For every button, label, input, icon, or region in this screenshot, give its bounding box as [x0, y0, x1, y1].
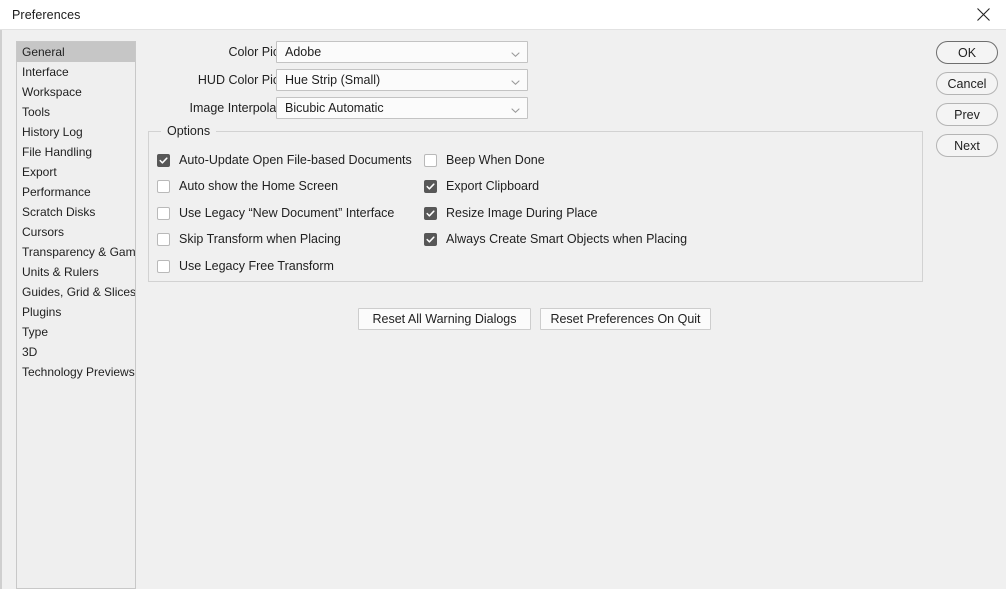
reset-all-warning-dialogs-button[interactable]: Reset All Warning Dialogs	[358, 308, 531, 330]
chevron-down-icon	[511, 104, 520, 114]
checkbox-use-legacy-free-transform[interactable]: Use Legacy Free Transform	[157, 257, 334, 275]
sidebar-item-scratch-disks[interactable]: Scratch Disks	[17, 202, 135, 222]
checkbox-unchecked-icon[interactable]	[424, 153, 437, 167]
sidebar-item-history-log[interactable]: History Log	[17, 122, 135, 142]
ok-button[interactable]: OK	[936, 41, 998, 64]
close-icon	[976, 7, 991, 22]
checkbox-beep-when-done[interactable]: Beep When Done	[424, 151, 545, 169]
checkbox-label: Auto show the Home Screen	[179, 178, 339, 193]
checkbox-checked-icon[interactable]	[424, 179, 437, 193]
field-row-image-interpolation: Image Interpolation: Bicubic Automatic	[148, 97, 938, 119]
checkbox-label: Always Create Smart Objects when Placing	[446, 231, 688, 246]
sidebar-item-label: Guides, Grid & Slices	[22, 285, 136, 299]
image-interpolation-label: Image Interpolation:	[189, 101, 301, 115]
dialog-titlebar: Preferences	[0, 0, 1006, 30]
sidebar-item-label: Plugins	[22, 305, 62, 319]
sidebar-item-guides-grid-slices[interactable]: Guides, Grid & Slices	[17, 282, 135, 302]
sidebar-item-label: Cursors	[22, 225, 65, 239]
sidebar-item-label: Units & Rulers	[22, 265, 99, 279]
sidebar-item-label: Transparency & Gamut	[22, 245, 136, 259]
hud-color-picker-label: HUD Color Picker:	[197, 73, 300, 87]
sidebar-item-units-rulers[interactable]: Units & Rulers	[17, 262, 135, 282]
preferences-content-pane: Color Picker: Adobe HUD Color Picker: Hue S…	[148, 30, 938, 589]
sidebar-item-performance[interactable]: Performance	[17, 182, 135, 202]
button-label: Prev	[954, 107, 980, 122]
sidebar-item-label: Performance	[22, 185, 91, 199]
sidebar-item-3d[interactable]: 3D	[17, 342, 135, 362]
chevron-down-icon	[511, 76, 520, 86]
sidebar-item-label: Export	[22, 165, 57, 179]
sidebar-item-technology-previews[interactable]: Technology Previews	[17, 362, 135, 382]
sidebar-item-export[interactable]: Export	[17, 162, 135, 182]
next-button[interactable]: Next	[936, 134, 998, 157]
checkbox-unchecked-icon[interactable]	[157, 179, 170, 193]
color-picker-select[interactable]: Adobe	[276, 41, 528, 63]
checkbox-resize-image-during-place[interactable]: Resize Image During Place	[424, 204, 597, 222]
checkbox-unchecked-icon[interactable]	[157, 259, 170, 273]
dialog-body: General Interface Workspace Tools History Lo…	[0, 30, 1006, 589]
checkbox-checked-icon[interactable]	[424, 206, 437, 220]
hud-color-picker-selected-value: Hue Strip (Small)	[285, 73, 381, 87]
sidebar-item-transparency-gamut[interactable]: Transparency & Gamut	[17, 242, 135, 262]
button-label: Cancel	[947, 76, 987, 91]
checkbox-label: Use Legacy “New Document” Interface	[179, 205, 395, 220]
image-interpolation-selected-value: Bicubic Automatic	[285, 101, 384, 115]
checkbox-checked-icon[interactable]	[424, 232, 437, 246]
checkbox-auto-show-the-home-screen[interactable]: Auto show the Home Screen	[157, 177, 338, 195]
checkbox-always-create-smart-objects-when-placing[interactable]: Always Create Smart Objects when Placing	[424, 230, 687, 248]
button-label: Reset All Warning Dialogs	[372, 312, 517, 326]
cancel-button[interactable]: Cancel	[936, 72, 998, 95]
button-label: OK	[957, 45, 977, 60]
sidebar-item-label: Technology Previews	[22, 365, 135, 379]
checkbox-use-legacy-new-document-interface[interactable]: Use Legacy “New Document” Interface	[157, 204, 394, 222]
sidebar-item-label: History Log	[22, 125, 83, 139]
checkbox-label: Resize Image During Place	[446, 205, 598, 220]
sidebar-item-plugins[interactable]: Plugins	[17, 302, 135, 322]
checkbox-label: Beep When Done	[446, 152, 545, 167]
close-button[interactable]	[960, 0, 1006, 29]
preferences-category-list[interactable]: General Interface Workspace Tools History Lo…	[16, 41, 136, 589]
button-label: Next	[954, 138, 980, 153]
chevron-down-icon	[511, 48, 520, 58]
sidebar-item-label: Scratch Disks	[22, 205, 96, 219]
reset-preferences-on-quit-button[interactable]: Reset Preferences On Quit	[540, 308, 711, 330]
field-row-color-picker: Color Picker: Adobe	[148, 41, 938, 63]
hud-color-picker-select[interactable]: Hue Strip (Small)	[276, 69, 528, 91]
sidebar-item-type[interactable]: Type	[17, 322, 135, 342]
checkbox-skip-transform-when-placing[interactable]: Skip Transform when Placing	[157, 230, 341, 248]
options-groupbox-label: Options	[161, 124, 217, 138]
checkbox-label: Skip Transform when Placing	[179, 231, 341, 246]
dialog-title: Preferences	[12, 8, 81, 22]
checkbox-auto-update-open-file-based-documents[interactable]: Auto-Update Open File-based Documents	[157, 151, 412, 169]
checkbox-label: Export Clipboard	[446, 178, 540, 193]
prev-button[interactable]: Prev	[936, 103, 998, 126]
checkbox-label: Use Legacy Free Transform	[179, 258, 334, 273]
sidebar-item-cursors[interactable]: Cursors	[17, 222, 135, 242]
dialog-action-buttons: OK Cancel Prev Next	[936, 41, 998, 165]
checkbox-export-clipboard[interactable]: Export Clipboard	[424, 177, 539, 195]
color-picker-label: Color Picker:	[228, 45, 300, 59]
field-row-hud-color-picker: HUD Color Picker: Hue Strip (Small)	[148, 69, 938, 91]
sidebar-item-label: Type	[22, 325, 49, 339]
checkbox-unchecked-icon[interactable]	[157, 206, 170, 220]
color-picker-selected-value: Adobe	[285, 45, 322, 59]
checkbox-label: Auto-Update Open File-based Documents	[179, 152, 412, 167]
sidebar-item-label: 3D	[22, 345, 38, 359]
image-interpolation-select[interactable]: Bicubic Automatic	[276, 97, 528, 119]
sidebar-item-label: File Handling	[22, 145, 93, 159]
sidebar-item-file-handling[interactable]: File Handling	[17, 142, 135, 162]
button-label: Reset Preferences On Quit	[550, 312, 701, 326]
checkbox-checked-icon[interactable]	[157, 153, 170, 167]
checkbox-unchecked-icon[interactable]	[157, 232, 170, 246]
